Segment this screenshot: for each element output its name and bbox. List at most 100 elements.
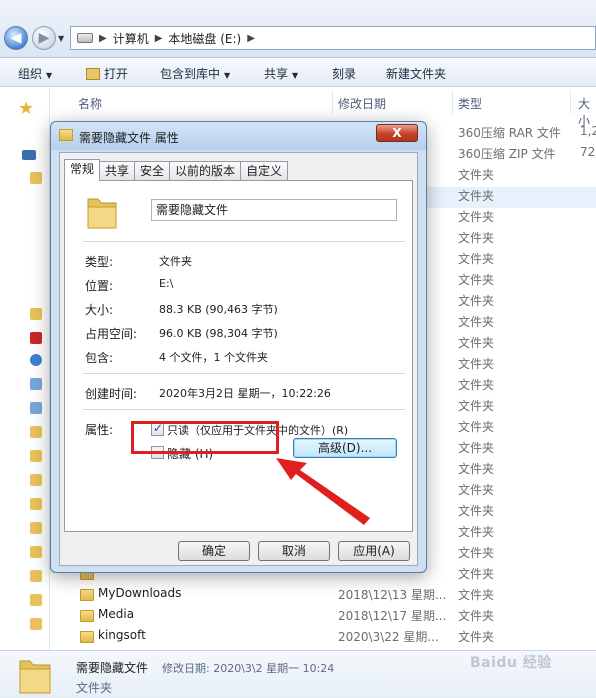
created-label: 创建时间: <box>85 387 138 401</box>
new-folder-button[interactable]: 新建文件夹 <box>386 65 446 82</box>
folder-name-input[interactable]: 需要隐藏文件 <box>151 199 397 221</box>
file-type: 文件夹 <box>458 567 495 581</box>
column-divider[interactable] <box>570 90 571 114</box>
ok-button[interactable]: 确定 <box>178 541 250 561</box>
folder-icon[interactable] <box>30 474 42 486</box>
breadcrumb-computer[interactable]: 计算机 <box>113 30 149 47</box>
folder-icon <box>80 589 94 601</box>
tab-security[interactable]: 安全 <box>134 161 171 181</box>
caret-down-icon: ▼ <box>46 71 53 80</box>
file-row[interactable]: Media 2018\12\17 星期... 文件夹 <box>60 607 596 628</box>
folder-icon[interactable] <box>30 172 42 184</box>
size-value: 88.3 KB (90,463 字节) <box>159 303 278 316</box>
location-label: 位置: <box>85 279 114 293</box>
chevron-right-icon[interactable]: ▶ <box>247 33 255 44</box>
back-button[interactable]: ◀ <box>4 26 28 50</box>
drive-icon[interactable] <box>30 402 42 414</box>
column-type[interactable]: 类型 <box>458 95 482 112</box>
file-type: 文件夹 <box>458 588 495 602</box>
file-type: 文件夹 <box>458 168 495 182</box>
column-name[interactable]: 名称 <box>78 95 102 112</box>
file-type: 文件夹 <box>458 525 495 539</box>
open-button[interactable]: 打开 <box>86 65 128 82</box>
baidu-watermark: Baidu 经验 <box>470 655 552 671</box>
file-type: 360压缩 ZIP 文件 <box>458 147 556 161</box>
folder-icon[interactable] <box>30 308 42 320</box>
address-box[interactable]: ▶ 计算机 ▶ 本地磁盘 (E:) ▶ <box>70 26 596 50</box>
advanced-button[interactable]: 高级(D)... <box>293 438 397 458</box>
folder-icon[interactable] <box>30 498 42 510</box>
column-modified[interactable]: 修改日期 <box>338 95 386 112</box>
folder-icon[interactable] <box>30 594 42 606</box>
tab-previous-versions[interactable]: 以前的版本 <box>169 161 242 181</box>
details-name: 需要隐藏文件 <box>76 661 149 675</box>
file-row[interactable]: kingsoft 2020\3\22 星期... 文件夹 <box>60 628 596 649</box>
disk-size-label: 占用空间: <box>85 327 138 341</box>
drive-icon[interactable] <box>30 378 42 390</box>
file-modified: 2020\3\22 星期... <box>338 630 439 644</box>
file-name: kingsoft <box>98 628 146 642</box>
folder-icon[interactable] <box>30 426 42 438</box>
folder-icon <box>87 198 117 229</box>
folder-icon <box>59 129 73 141</box>
open-label: 打开 <box>104 67 129 81</box>
chevron-right-icon[interactable]: ▶ <box>155 33 163 44</box>
size-label: 大小: <box>85 303 114 317</box>
details-modified: 修改日期: 2020\3\2 星期一 10:24 <box>162 662 335 675</box>
address-bar-area: ◀ ▶ ▼ ▶ 计算机 ▶ 本地磁盘 (E:) ▶ <box>0 0 596 58</box>
disk-size-value: 96.0 KB (98,304 字节) <box>159 327 278 340</box>
column-divider[interactable] <box>332 90 333 114</box>
tab-general[interactable]: 常规 <box>64 159 101 181</box>
file-size: 1,2 <box>580 124 596 138</box>
file-type: 文件夹 <box>458 504 495 518</box>
forward-button[interactable]: ▶ <box>32 26 56 50</box>
file-type: 文件夹 <box>458 546 495 560</box>
navigation-pane: ★ <box>0 88 50 650</box>
file-modified: 2018\12\17 星期... <box>338 609 447 623</box>
properties-dialog: 需要隐藏文件 属性 X 常规 共享 安全 以前的版本 自定义 需要隐藏文件 类型… <box>50 121 427 573</box>
computer-icon <box>77 33 93 43</box>
share-menu[interactable]: 共享 ▼ <box>264 65 298 82</box>
history-dropdown-icon[interactable]: ▼ <box>58 34 64 43</box>
dialog-title-bar[interactable]: 需要隐藏文件 属性 X <box>51 122 426 150</box>
location-value: E:\ <box>159 277 174 290</box>
attributes-label: 属性: <box>85 423 114 437</box>
file-type: 文件夹 <box>458 252 495 266</box>
folder-icon[interactable] <box>30 522 42 534</box>
network-icon[interactable] <box>30 354 42 366</box>
created-value: 2020年3月2日 星期一，10:22:26 <box>159 387 331 400</box>
breadcrumb-drive-e[interactable]: 本地磁盘 (E:) <box>168 30 241 47</box>
file-type: 文件夹 <box>458 420 495 434</box>
cancel-button[interactable]: 取消 <box>258 541 330 561</box>
file-row[interactable]: MyDownloads 2018\12\13 星期... 文件夹 <box>60 586 596 607</box>
favorites-star-icon[interactable]: ★ <box>18 98 34 119</box>
file-type: 文件夹 <box>458 231 495 245</box>
details-type: 文件夹 <box>76 681 113 695</box>
dialog-body: 常规 共享 安全 以前的版本 自定义 需要隐藏文件 类型: 文件夹 位置: E:… <box>59 152 418 566</box>
annotation-highlight-box <box>131 421 279 454</box>
apply-button[interactable]: 应用(A) <box>338 541 410 561</box>
folder-icon[interactable] <box>30 546 42 558</box>
desktop-icon[interactable] <box>22 150 36 160</box>
folder-icon[interactable] <box>30 618 42 630</box>
file-type: 360压缩 RAR 文件 <box>458 126 561 140</box>
organize-menu[interactable]: 组织 ▼ <box>18 65 52 82</box>
column-divider[interactable] <box>452 90 453 114</box>
contains-label: 包含: <box>85 351 114 365</box>
include-in-library-menu[interactable]: 包含到库中 ▼ <box>160 65 230 82</box>
app-icon[interactable] <box>30 332 42 344</box>
close-button[interactable]: X <box>376 124 418 142</box>
folder-icon[interactable] <box>30 570 42 582</box>
folder-icon[interactable] <box>30 450 42 462</box>
file-type: 文件夹 <box>458 357 495 371</box>
include-label: 包含到库中 <box>160 67 221 81</box>
tab-customize[interactable]: 自定义 <box>240 161 289 181</box>
folder-icon <box>80 610 94 622</box>
tab-sharing[interactable]: 共享 <box>99 161 136 181</box>
organize-label: 组织 <box>18 67 43 81</box>
divider <box>83 373 405 374</box>
file-type: 文件夹 <box>458 210 495 224</box>
type-value: 文件夹 <box>159 255 192 268</box>
burn-button[interactable]: 刻录 <box>332 65 356 82</box>
chevron-right-icon[interactable]: ▶ <box>99 33 107 44</box>
